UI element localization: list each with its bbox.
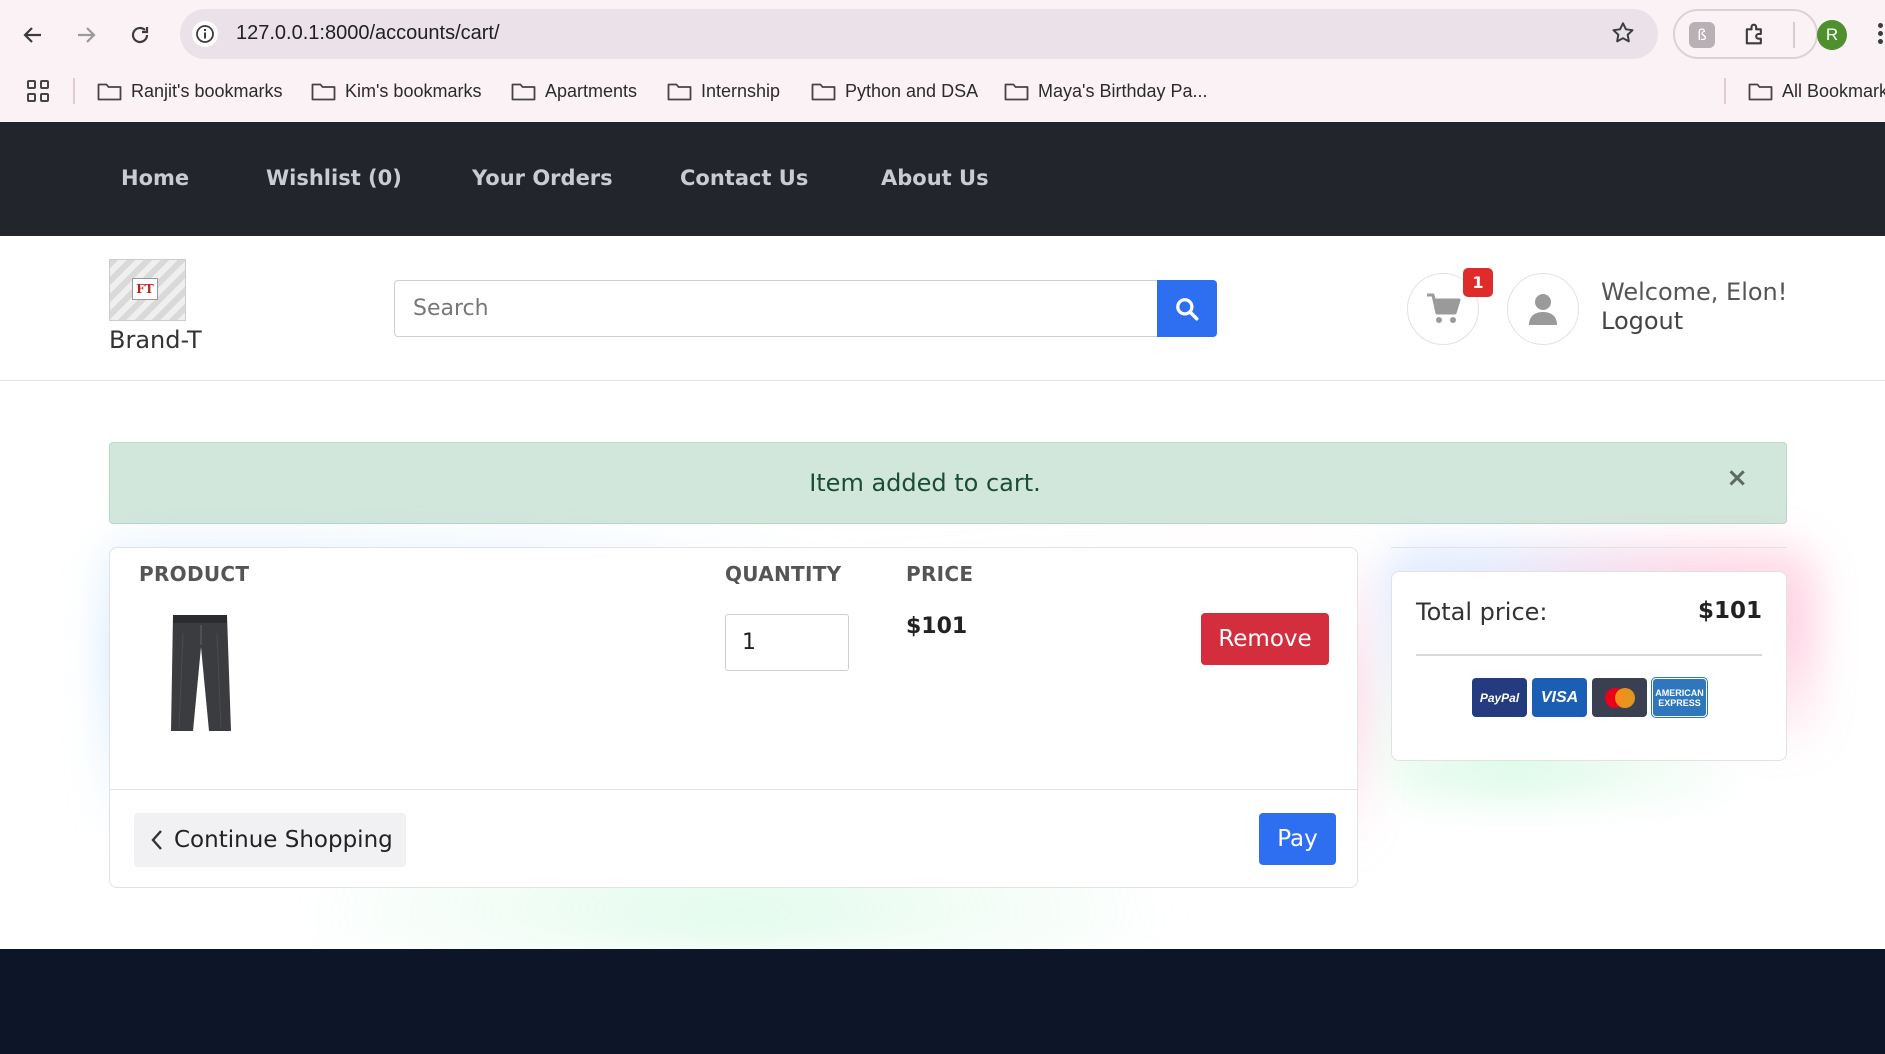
column-header-price: PRICE bbox=[906, 562, 974, 586]
bookmarks-divider bbox=[1724, 78, 1726, 104]
extensions-group: ß bbox=[1673, 9, 1818, 59]
extension-icon[interactable]: ß bbox=[1689, 22, 1715, 48]
cart-count-badge: 1 bbox=[1463, 268, 1493, 297]
site-footer bbox=[0, 949, 1885, 1054]
bookmark-label: Internship bbox=[701, 80, 781, 101]
nav-your-orders[interactable]: Your Orders bbox=[472, 166, 613, 190]
amex-icon: AMERICAN EXPRESS bbox=[1652, 678, 1707, 717]
quantity-input[interactable] bbox=[725, 614, 849, 671]
account-button[interactable] bbox=[1507, 273, 1579, 345]
user-icon bbox=[1529, 294, 1557, 325]
bookmarks-divider bbox=[73, 78, 75, 104]
bookmark-label: Apartments bbox=[545, 80, 638, 101]
bookmark-label: All Bookmarks bbox=[1782, 80, 1885, 101]
continue-shopping-button[interactable]: Continue Shopping bbox=[134, 813, 406, 867]
folder-icon bbox=[667, 83, 692, 101]
logout-link[interactable]: Logout bbox=[1601, 307, 1683, 335]
search-input[interactable] bbox=[394, 280, 1157, 337]
remove-button[interactable]: Remove bbox=[1201, 613, 1329, 665]
folder-icon bbox=[1004, 83, 1029, 101]
reload-icon bbox=[131, 26, 149, 44]
profile-avatar[interactable]: R bbox=[1817, 20, 1847, 50]
toolbar-divider bbox=[1793, 22, 1795, 48]
total-price-value: $101 bbox=[1697, 598, 1762, 624]
bookmark-folder[interactable]: Apartments bbox=[511, 78, 637, 104]
alert-close-button[interactable]: × bbox=[1726, 463, 1748, 493]
summary-card: Total price: $101 PayPal VISA AMERICAN E… bbox=[1391, 571, 1787, 761]
back-button[interactable] bbox=[14, 16, 52, 54]
continue-shopping-label: Continue Shopping bbox=[174, 827, 393, 853]
alert-message: Item added to cart. bbox=[809, 469, 1041, 497]
chevron-left-icon bbox=[151, 830, 162, 850]
nav-wishlist[interactable]: Wishlist (0) bbox=[266, 166, 402, 190]
bookmark-label: Ranjit's bookmarks bbox=[131, 80, 283, 101]
bookmark-star-icon[interactable] bbox=[1610, 20, 1636, 50]
puzzle-icon[interactable] bbox=[1741, 20, 1769, 52]
bookmark-folder[interactable]: Ranjit's bookmarks bbox=[97, 78, 283, 104]
cart-card: PRODUCT QUANTITY PRICE $101 Remove Conti… bbox=[109, 547, 1358, 888]
address-bar[interactable]: 127.0.0.1:8000/accounts/cart/ bbox=[180, 9, 1658, 59]
folder-icon bbox=[1748, 83, 1773, 101]
bookmark-folder[interactable]: Kim's bookmarks bbox=[311, 78, 481, 104]
reload-button[interactable] bbox=[121, 16, 159, 54]
all-bookmarks-folder[interactable]: All Bookmarks bbox=[1748, 78, 1885, 104]
forward-button[interactable] bbox=[67, 16, 105, 54]
bookmark-folder[interactable]: Maya's Birthday Pa... bbox=[1004, 78, 1208, 104]
cart-icon bbox=[1427, 293, 1461, 323]
apps-grid-icon[interactable] bbox=[27, 80, 49, 102]
folder-icon bbox=[811, 83, 836, 101]
folder-icon bbox=[311, 83, 336, 101]
success-alert: Item added to cart. × bbox=[109, 442, 1787, 524]
column-header-product: PRODUCT bbox=[139, 562, 250, 586]
visa-icon: VISA bbox=[1532, 678, 1587, 717]
arrow-left-icon bbox=[23, 27, 41, 43]
product-image[interactable] bbox=[165, 613, 235, 733]
summary-line bbox=[1416, 654, 1762, 656]
payment-methods: PayPal VISA AMERICAN EXPRESS bbox=[1472, 678, 1707, 717]
bookmark-label: Maya's Birthday Pa... bbox=[1038, 80, 1208, 101]
summary-divider bbox=[1391, 547, 1787, 548]
item-price: $101 bbox=[906, 614, 968, 639]
bookmarks-bar: Ranjit's bookmarks Kim's bookmarks Apart… bbox=[0, 72, 1885, 108]
site-navbar: Home Wishlist (0) Your Orders Contact Us… bbox=[0, 122, 1885, 236]
site-info-icon[interactable] bbox=[192, 21, 218, 47]
url-text: 127.0.0.1:8000/accounts/cart/ bbox=[236, 22, 500, 44]
bookmark-label: Kim's bookmarks bbox=[345, 80, 482, 101]
pay-button[interactable]: Pay bbox=[1259, 813, 1336, 865]
column-header-quantity: QUANTITY bbox=[725, 562, 842, 586]
bookmark-folder[interactable]: Internship bbox=[667, 78, 780, 104]
folder-icon bbox=[97, 83, 122, 101]
logo-mark: FT bbox=[132, 278, 158, 300]
nav-contact-us[interactable]: Contact Us bbox=[680, 166, 808, 190]
browser-menu-icon[interactable] bbox=[1876, 20, 1885, 50]
paypal-icon: PayPal bbox=[1472, 678, 1527, 717]
welcome-text: Welcome, Elon! bbox=[1601, 278, 1788, 306]
search-bar bbox=[394, 280, 1217, 337]
arrow-right-icon bbox=[78, 27, 96, 43]
bookmark-folder[interactable]: Python and DSA bbox=[811, 78, 978, 104]
nav-about-us[interactable]: About Us bbox=[881, 166, 989, 190]
brand-name[interactable]: Brand-T bbox=[109, 326, 202, 354]
brand-logo[interactable]: FT bbox=[109, 259, 186, 321]
folder-icon bbox=[511, 83, 536, 101]
mastercard-icon bbox=[1592, 678, 1647, 717]
search-icon bbox=[1176, 297, 1199, 320]
search-button[interactable] bbox=[1157, 280, 1217, 337]
card-divider bbox=[110, 789, 1357, 790]
total-price-label: Total price: bbox=[1416, 598, 1548, 626]
browser-chrome: 127.0.0.1:8000/accounts/cart/ ß R Ranjit… bbox=[0, 0, 1885, 122]
nav-home[interactable]: Home bbox=[121, 166, 189, 190]
bookmark-label: Python and DSA bbox=[845, 80, 979, 101]
